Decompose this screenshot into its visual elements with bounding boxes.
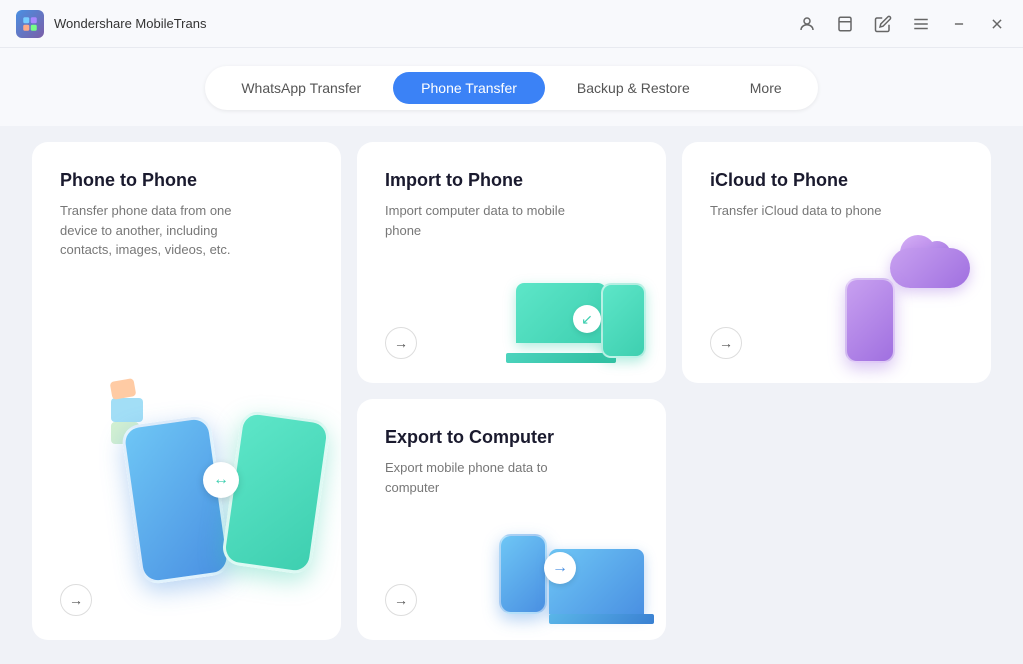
phone-to-phone-arrow-button[interactable]: → <box>60 584 92 616</box>
window-controls <box>797 14 1007 34</box>
import-to-phone-arrow-button[interactable]: → <box>385 327 417 359</box>
edit-icon[interactable] <box>873 14 893 34</box>
app-logo <box>16 10 44 38</box>
phone-to-phone-title: Phone to Phone <box>60 170 313 191</box>
phone-to-phone-desc: Transfer phone data from one device to a… <box>60 201 260 260</box>
export-to-computer-desc: Export mobile phone data to computer <box>385 458 585 497</box>
import-to-phone-title: Import to Phone <box>385 170 638 191</box>
tab-phone-transfer[interactable]: Phone Transfer <box>393 72 545 104</box>
account-icon[interactable] <box>797 14 817 34</box>
app-title: Wondershare MobileTrans <box>54 16 206 31</box>
tab-whatsapp-transfer[interactable]: WhatsApp Transfer <box>213 72 389 104</box>
import-arrow-icon: ↙ <box>573 305 601 333</box>
menu-icon[interactable] <box>911 14 931 34</box>
card-import-to-phone[interactable]: Import to Phone Import computer data to … <box>357 142 666 383</box>
minimize-button[interactable] <box>949 14 969 34</box>
export-to-computer-title: Export to Computer <box>385 427 638 448</box>
tab-more[interactable]: More <box>722 72 810 104</box>
card-export-to-computer[interactable]: Export to Computer Export mobile phone d… <box>357 399 666 640</box>
card-icloud-to-phone[interactable]: iCloud to Phone Transfer iCloud data to … <box>682 142 991 383</box>
main-content: Phone to Phone Transfer phone data from … <box>0 126 1023 664</box>
export-to-computer-arrow-button[interactable]: → <box>385 584 417 616</box>
nav-bar: WhatsApp Transfer Phone Transfer Backup … <box>0 48 1023 126</box>
icloud-to-phone-illustration <box>835 233 975 363</box>
bookmark-icon[interactable] <box>835 14 855 34</box>
transfer-arrow-icon: ↔ <box>203 462 239 498</box>
export-to-computer-illustration: → <box>494 494 654 624</box>
phone-to-phone-illustration: ↔ <box>111 380 331 580</box>
icloud-to-phone-title: iCloud to Phone <box>710 170 963 191</box>
export-arrow-icon: → <box>544 552 576 584</box>
icloud-to-phone-desc: Transfer iCloud data to phone <box>710 201 910 221</box>
nav-tabs-container: WhatsApp Transfer Phone Transfer Backup … <box>205 66 817 110</box>
icloud-to-phone-arrow-button[interactable]: → <box>710 327 742 359</box>
import-to-phone-illustration: ↙ <box>506 233 646 363</box>
tab-backup-restore[interactable]: Backup & Restore <box>549 72 718 104</box>
titlebar: Wondershare MobileTrans <box>0 0 1023 48</box>
card-phone-to-phone[interactable]: Phone to Phone Transfer phone data from … <box>32 142 341 640</box>
close-button[interactable] <box>987 14 1007 34</box>
